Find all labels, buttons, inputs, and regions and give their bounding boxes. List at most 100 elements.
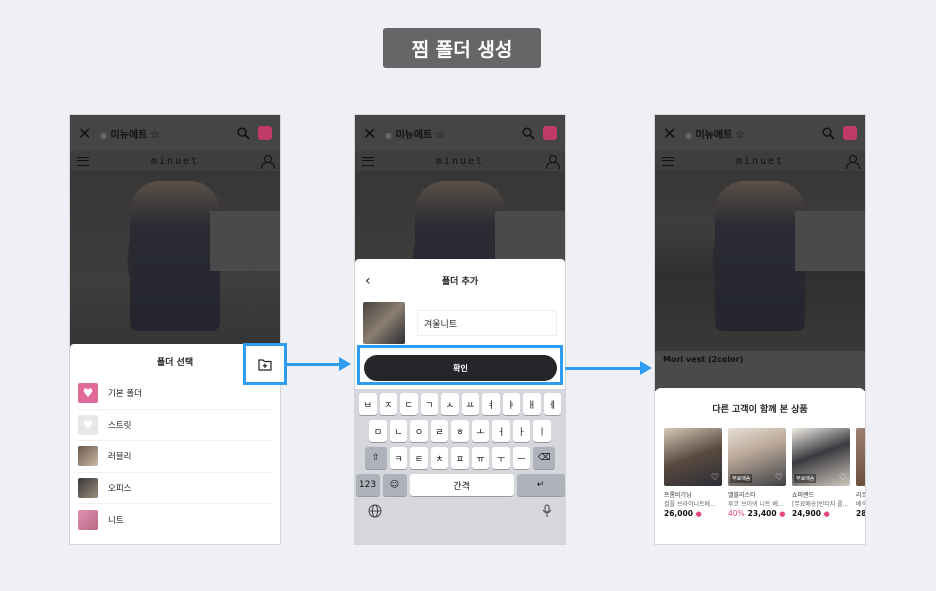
keyboard-row-1: ㅂ ㅈ ㄷ ㄱ ㅅ ㅛ ㅕ ㅑ ㅐ ㅔ bbox=[358, 393, 562, 415]
globe-icon[interactable] bbox=[368, 504, 382, 518]
product-desc: 베색… bbox=[856, 501, 865, 508]
product-shop: 쇼퍼랜드 bbox=[792, 492, 815, 499]
key[interactable]: ㅎ bbox=[451, 420, 469, 442]
key[interactable]: ㅌ bbox=[410, 447, 428, 469]
heart-icon: ♥ bbox=[78, 383, 98, 404]
product-photo bbox=[655, 171, 865, 351]
search-icon[interactable] bbox=[237, 126, 250, 140]
product-card[interactable]: 무료배송 ♡ 앨블리스타 루코 브이넥 니트 베… 40% 23,400 ● bbox=[728, 428, 786, 518]
key[interactable]: ㅂ bbox=[359, 393, 377, 415]
key[interactable]: ㅋ bbox=[389, 447, 408, 469]
back-chevron-icon[interactable]: ‹ bbox=[365, 273, 371, 289]
product-price-row: 40% 23,400 ● bbox=[728, 509, 786, 518]
key[interactable]: ㄹ bbox=[430, 420, 449, 442]
heart-outline-icon[interactable]: ♡ bbox=[775, 473, 783, 483]
key[interactable]: ㄷ bbox=[400, 393, 418, 415]
folder-thumbnail bbox=[78, 477, 98, 498]
add-folder-button[interactable] bbox=[243, 343, 287, 385]
product-price: 28, bbox=[856, 509, 866, 518]
user-icon[interactable] bbox=[846, 154, 860, 169]
search-icon[interactable] bbox=[522, 126, 535, 140]
user-icon[interactable] bbox=[261, 154, 275, 169]
folder-name-row bbox=[355, 301, 565, 345]
heart-icon: ♥ bbox=[78, 414, 98, 435]
product-image: 무료배송 ♡ bbox=[728, 428, 786, 486]
product-price: 23,400 bbox=[747, 509, 777, 518]
emoji-icon[interactable]: ☺ bbox=[382, 474, 407, 496]
product-price: 24,900 bbox=[792, 509, 821, 518]
key[interactable]: ㅠ bbox=[471, 447, 490, 469]
folder-item[interactable]: 오피스 bbox=[78, 473, 272, 504]
key[interactable]: ㅜ bbox=[492, 447, 510, 469]
key[interactable]: ㅗ bbox=[471, 420, 490, 442]
product-price-row: 26,000 ● bbox=[664, 509, 722, 518]
app-topbar: ✕ ● 미뉴에트 ☆ bbox=[655, 115, 865, 151]
star-icon[interactable]: ☆ bbox=[435, 128, 445, 141]
numbers-key[interactable]: 123 bbox=[355, 474, 380, 496]
confirm-button[interactable]: 확인 bbox=[364, 355, 557, 381]
close-icon[interactable]: ✕ bbox=[78, 124, 92, 143]
folder-plus-icon bbox=[258, 358, 272, 371]
cart-icon[interactable] bbox=[843, 126, 857, 140]
product-shop: 프롬비기닝 bbox=[664, 492, 692, 499]
product-card[interactable]: 무료배송 ♡ 쇼퍼랜드 [무료배송]빈티지 플… 24,900 ● bbox=[792, 428, 850, 518]
folder-item[interactable]: 니트 bbox=[78, 504, 272, 536]
recommendation-sheet: 다른 고객이 함께 본 상품 ♡ 프롬비기닝 컬플 브라이니트베… 26,000… bbox=[655, 388, 866, 544]
product-image: 무료배송 ♡ bbox=[792, 428, 850, 486]
site-title: ● 미뉴에트 ☆ bbox=[385, 126, 514, 141]
site-title: ● 미뉴에트 ☆ bbox=[100, 126, 229, 141]
key[interactable]: ㅊ bbox=[430, 447, 449, 469]
folder-thumbnail bbox=[78, 509, 98, 530]
product-card[interactable]: 리코 베색… 28, bbox=[856, 428, 866, 518]
key[interactable]: ㅓ bbox=[492, 420, 510, 442]
keyboard-row-2: ㅁ ㄴ ㅇ ㄹ ㅎ ㅗ ㅓ ㅏ ㅣ bbox=[358, 420, 562, 442]
folder-item[interactable]: ♥ 스트릿 bbox=[78, 410, 272, 441]
key[interactable]: ㅈ bbox=[379, 393, 397, 415]
microphone-icon[interactable] bbox=[542, 504, 552, 518]
key[interactable]: ㄱ bbox=[420, 393, 438, 415]
key[interactable]: ㅛ bbox=[461, 393, 479, 415]
return-icon[interactable]: ↵ bbox=[516, 474, 565, 496]
product-desc: 루코 브이넥 니트 베… bbox=[728, 501, 784, 508]
key[interactable]: ㅁ bbox=[369, 420, 387, 442]
star-icon[interactable]: ☆ bbox=[735, 128, 745, 141]
keyboard-row-4: 123 ☺ 간격 ↵ bbox=[355, 474, 565, 496]
product-card[interactable]: ♡ 프롬비기닝 컬플 브라이니트베… 26,000 ● bbox=[664, 428, 722, 518]
shift-icon[interactable]: ⇧ bbox=[364, 447, 387, 469]
heart-outline-icon[interactable]: ♡ bbox=[711, 473, 719, 483]
menu-icon[interactable] bbox=[662, 156, 674, 166]
heart-outline-icon[interactable]: ♡ bbox=[839, 473, 847, 483]
folder-name-input[interactable] bbox=[417, 310, 557, 336]
menu-icon[interactable] bbox=[77, 156, 89, 166]
key[interactable]: ㅑ bbox=[502, 393, 520, 415]
close-icon[interactable]: ✕ bbox=[363, 124, 377, 143]
sheet-header: ‹ 폴더 추가 bbox=[355, 259, 565, 301]
key[interactable]: ㅇ bbox=[410, 420, 428, 442]
brand-logo: minuet bbox=[735, 155, 785, 167]
key[interactable]: ㅍ bbox=[451, 447, 469, 469]
key[interactable]: ㅔ bbox=[543, 393, 561, 415]
folder-item[interactable]: 러블리 bbox=[78, 441, 272, 473]
key[interactable]: ㅡ bbox=[512, 447, 531, 469]
key[interactable]: ㄴ bbox=[389, 420, 408, 442]
space-key[interactable]: 간격 bbox=[409, 474, 514, 496]
app-navbar: minuet bbox=[70, 151, 280, 171]
korean-keyboard: ㅂ ㅈ ㄷ ㄱ ㅅ ㅛ ㅕ ㅑ ㅐ ㅔ ㅁ ㄴ ㅇ ㄹ ㅎ ㅗ ㅓ ㅏ ㅣ ⇧ … bbox=[355, 389, 565, 544]
folder-label: 니트 bbox=[108, 515, 124, 526]
menu-icon[interactable] bbox=[362, 156, 374, 166]
key[interactable]: ㅅ bbox=[441, 393, 459, 415]
key[interactable]: ㅕ bbox=[482, 393, 500, 415]
user-icon[interactable] bbox=[546, 154, 560, 169]
keyboard-bottom-bar bbox=[358, 501, 562, 518]
cart-icon[interactable] bbox=[543, 126, 557, 140]
site-dot-icon: ● bbox=[685, 130, 692, 140]
key[interactable]: ㅏ bbox=[512, 420, 531, 442]
close-icon[interactable]: ✕ bbox=[663, 124, 677, 143]
key[interactable]: ㅣ bbox=[533, 420, 551, 442]
search-icon[interactable] bbox=[822, 126, 835, 140]
app-navbar: minuet bbox=[355, 151, 565, 171]
star-icon[interactable]: ☆ bbox=[150, 128, 160, 141]
key[interactable]: ㅐ bbox=[523, 393, 541, 415]
cart-icon[interactable] bbox=[258, 126, 272, 140]
backspace-icon[interactable]: ⌫ bbox=[533, 447, 556, 469]
